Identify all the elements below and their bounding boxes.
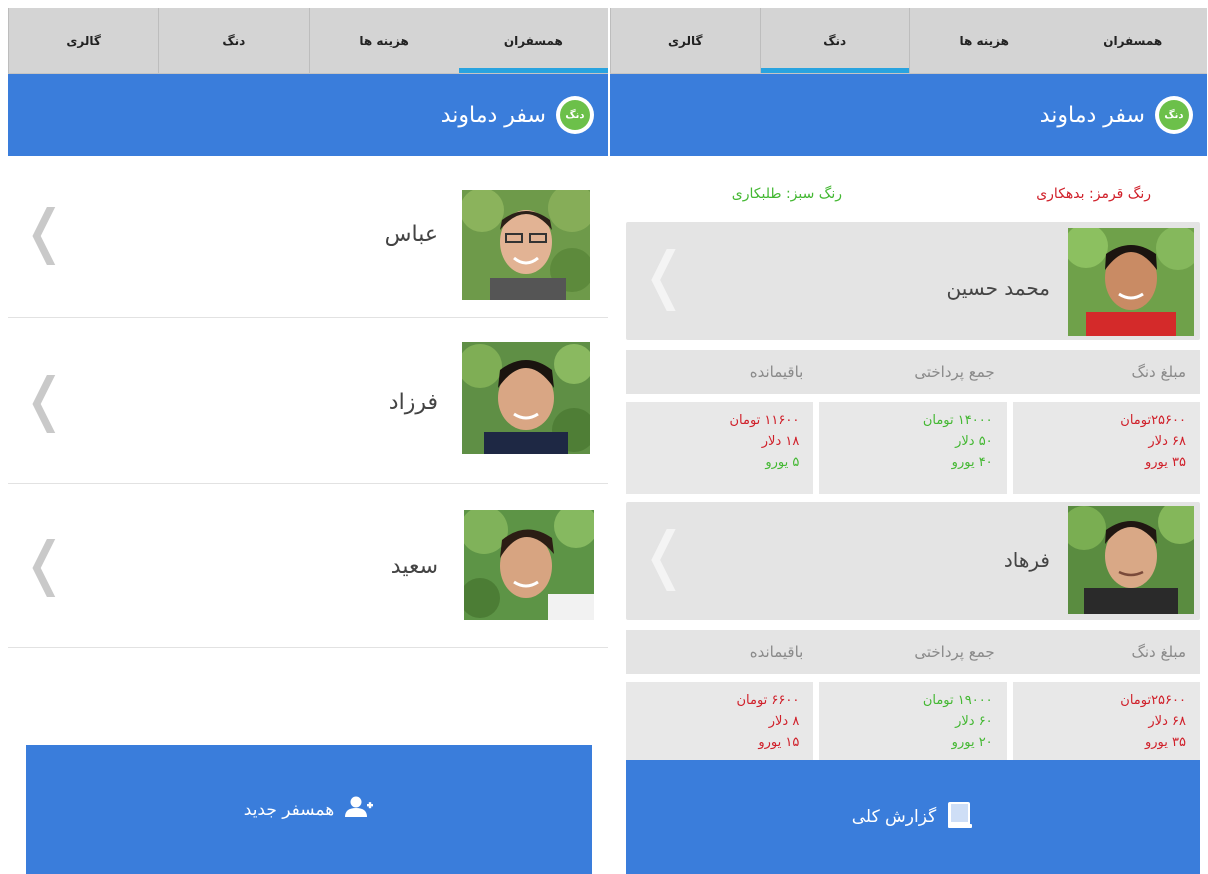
dong-screen: همسفران هزینه ها دنگ گالری سفر دماوند دن… [610,8,1207,874]
person-card[interactable]: ❬ محمد حسین [626,222,1200,340]
avatar [462,190,590,300]
members-screen: همسفران هزینه ها دنگ گالری سفر دماوند دن… [8,8,608,874]
summary-values: ۲۵۶۰۰تومان ۶۸ دلار ۳۵ یورو ۱۴۰۰۰ تومان ۵… [626,402,1200,494]
avatar [1068,506,1194,614]
person-card[interactable]: ❬ فرهاد [626,502,1200,620]
summary-header: مبلغ دنگ جمع پرداختی باقیمانده [626,350,1200,394]
member-row[interactable]: ❬ عباس [8,156,608,318]
remaining-cell: ۶۶۰۰ تومان ۸ دلار ۱۵ یورو [626,682,814,760]
member-row[interactable]: ❬ سعید [8,484,608,648]
legend-debt: رنگ قرمز: بدهکاری [1036,186,1151,202]
paid-cell: ۱۹۰۰۰ تومان ۶۰ دلار ۲۰ یورو [819,682,1007,760]
tab-companions[interactable]: همسفران [1059,8,1208,73]
page-title: سفر دماوند [440,102,546,128]
tab-dong[interactable]: دنگ [158,8,308,73]
chevron-left-icon: ❬ [20,365,69,433]
title-bar: سفر دماوند دنگ [8,74,608,156]
tab-gallery[interactable]: گالری [610,8,760,73]
avatar [464,510,594,620]
tab-dong[interactable]: دنگ [759,8,910,73]
chevron-left-icon: ❬ [20,529,69,597]
share-cell: ۲۵۶۰۰تومان ۶۸ دلار ۳۵ یورو [1012,682,1200,760]
summary-header: مبلغ دنگ جمع پرداختی باقیمانده [626,630,1200,674]
member-name: سعید [390,554,438,579]
share-cell: ۲۵۶۰۰تومان ۶۸ دلار ۳۵ یورو [1012,402,1200,494]
tab-expenses[interactable]: هزینه ها [909,8,1059,73]
title-bar: سفر دماوند دنگ [610,74,1207,156]
person-name: محمد حسین [946,276,1050,300]
person-name: فرهاد [1003,548,1050,572]
chevron-left-icon: ❬ [638,518,690,591]
member-name: فرزاد [388,390,438,415]
header-share: مبلغ دنگ [1131,643,1186,661]
header-paid: جمع پرداختی [914,643,995,661]
tab-bar: همسفران هزینه ها دنگ گالری [610,8,1207,74]
avatar [462,342,590,454]
summary-values: ۲۵۶۰۰تومان ۶۸ دلار ۳۵ یورو ۱۹۰۰۰ تومان ۶… [626,682,1200,760]
header-share: مبلغ دنگ [1131,363,1186,381]
header-remaining: باقیمانده [749,643,804,661]
tab-gallery[interactable]: گالری [8,8,158,73]
tab-expenses[interactable]: هزینه ها [308,8,459,73]
member-row[interactable]: ❬ فرزاد [8,318,608,484]
avatar [1068,228,1194,336]
legend-credit: رنگ سبز: طلبکاری [731,186,842,202]
header-paid: جمع پرداختی [914,363,995,381]
overall-report-label: گزارش کلی [851,807,937,827]
add-companion-label: همسفر جدید [243,799,335,820]
add-companion-button[interactable]: همسفر جدید [26,745,592,874]
app-logo: دنگ [556,96,594,134]
chevron-left-icon: ❬ [638,238,690,311]
tab-companions[interactable]: همسفران [458,8,608,73]
member-name: عباس [384,222,438,247]
add-user-icon [344,796,374,823]
chevron-left-icon: ❬ [20,197,69,265]
paid-cell: ۱۴۰۰۰ تومان ۵۰ دلار ۴۰ یورو [819,402,1007,494]
app-logo: دنگ [1155,96,1193,134]
page-title: سفر دماوند [1039,102,1145,128]
tab-bar: همسفران هزینه ها دنگ گالری [8,8,608,74]
header-remaining: باقیمانده [749,363,804,381]
book-icon [946,800,974,835]
remaining-cell: ۱۱۶۰۰ تومان ۱۸ دلار ۵ یورو [626,402,814,494]
overall-report-button[interactable]: گزارش کلی [626,760,1200,874]
color-legend: رنگ قرمز: بدهکاری رنگ سبز: طلبکاری [610,186,1207,210]
